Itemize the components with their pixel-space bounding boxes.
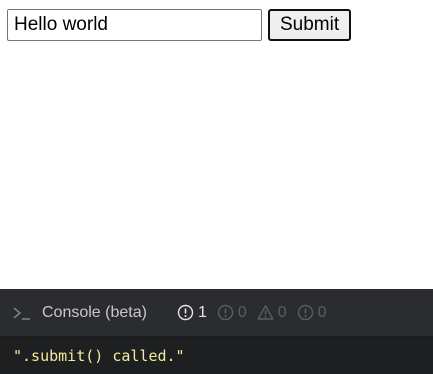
error-count[interactable]: 0	[217, 304, 247, 322]
log-circle-icon	[297, 304, 313, 321]
text-input[interactable]	[7, 9, 262, 41]
info-circle-icon	[177, 304, 194, 321]
error-count-value: 0	[237, 303, 247, 321]
log-count-value: 0	[317, 303, 327, 321]
terminal-prompt-icon	[13, 306, 30, 320]
warning-count[interactable]: 0	[257, 304, 287, 322]
log-count[interactable]: 0	[297, 304, 327, 322]
console-title[interactable]: Console (beta)	[42, 304, 147, 322]
console-log-entry: ".submit() called."	[13, 346, 185, 365]
info-count-value: 1	[197, 303, 207, 321]
console-output: ".submit() called."	[0, 337, 433, 374]
page: Submit Console (beta) 1	[0, 0, 433, 374]
info-count[interactable]: 1	[177, 304, 207, 322]
error-circle-icon	[217, 304, 234, 321]
console-header: Console (beta) 1 0 0 0	[0, 289, 433, 337]
warning-triangle-icon	[257, 305, 274, 320]
form: Submit	[7, 9, 352, 41]
submit-button[interactable]: Submit	[268, 9, 352, 41]
warning-count-value: 0	[277, 303, 287, 321]
console-panel: Console (beta) 1 0 0 0 ".submit() called…	[0, 289, 433, 374]
